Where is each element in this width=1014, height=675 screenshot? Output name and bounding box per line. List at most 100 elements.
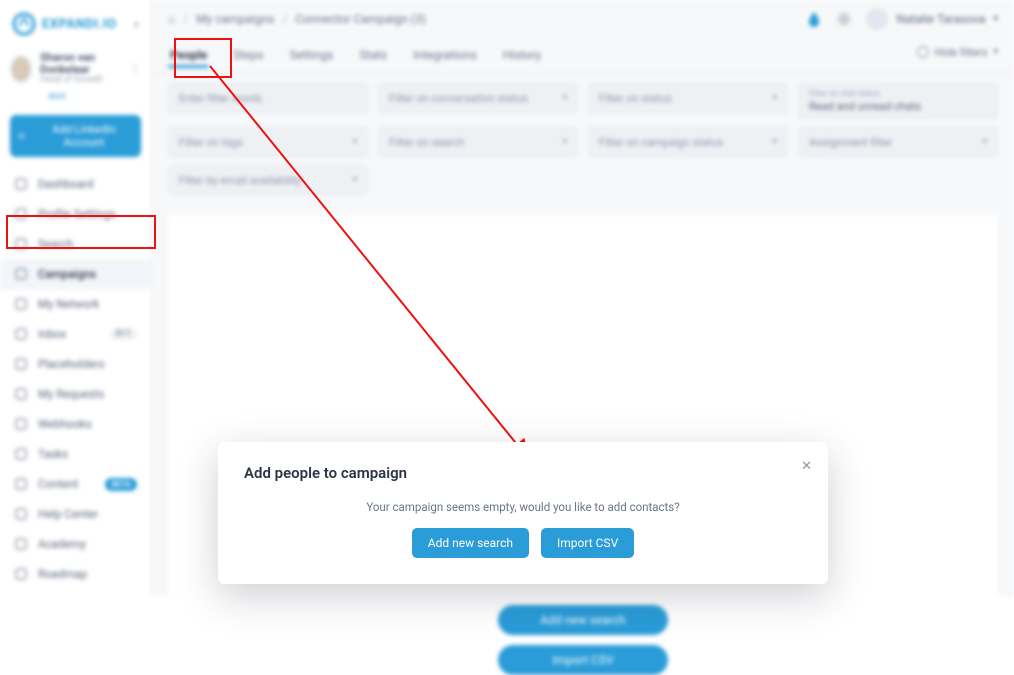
crumb-level2: Connector Campaign (3) (295, 12, 426, 26)
filter-read-and-unread-chats[interactable]: Filter on chat status Read and unread cha… (798, 83, 998, 119)
sidebar-item-academy[interactable]: Academy (0, 529, 151, 559)
chevron-down-icon: ▾ (993, 47, 998, 57)
filter-filter-on-conversation-status[interactable]: Filter on conversation status ▾ (378, 83, 578, 113)
avatar (10, 55, 32, 83)
sidebar-item-roadmap[interactable]: Roadmap (0, 559, 151, 589)
sidebar-item-label: Webhooks (38, 417, 92, 431)
import-csv-button[interactable]: Import CSV (498, 645, 668, 675)
filter-filter-on-search[interactable]: Filter on search▾ (378, 127, 578, 157)
filter-label: Filter on campaign status (599, 136, 723, 149)
tab-people[interactable]: People (168, 38, 209, 72)
collapse-sidebar-icon[interactable]: « (133, 17, 139, 31)
sidebar-item-label: Inbox (38, 327, 66, 341)
sidebar-item-label: Profile Settings (38, 207, 116, 221)
chevron-down-icon: ▾ (993, 14, 998, 24)
sidebar-item-dashboard[interactable]: Dashboard (0, 169, 151, 199)
filter-assignment-filter[interactable]: Assignment filter▾ (798, 127, 998, 157)
tab-stats[interactable]: Stats (357, 38, 389, 72)
tab-integrations[interactable]: Integrations (411, 38, 479, 72)
chevron-down-icon: ▾ (772, 93, 777, 103)
sidebar-user[interactable]: Sharon van Donkelaar Head of Growth ⋮ (0, 46, 151, 92)
chevron-down-icon: ▾ (562, 137, 567, 147)
sidebar-item-my-network[interactable]: My Network (0, 289, 151, 319)
filter-filter-on-campaign-status[interactable]: Filter on campaign status ▾ (588, 127, 788, 157)
sidebar-item-webhooks[interactable]: Webhooks (0, 409, 151, 439)
topbar-right: Natalie Tarasova ▾ (806, 8, 998, 30)
user-meta: Sharon van Donkelaar Head of Growth (40, 52, 121, 86)
add-new-search-button[interactable]: Add new search (498, 605, 668, 635)
user-stat: 4643 (0, 92, 151, 107)
close-icon[interactable]: ✕ (801, 460, 812, 473)
sidebar-item-label: Campaigns (38, 267, 96, 281)
logo-text: EXPANDI.IO (42, 17, 117, 32)
filter-label: Filter by email availability (179, 174, 301, 187)
profile-icon (14, 207, 28, 221)
sidebar-item-label: Help Center (38, 507, 98, 521)
chevron-down-icon: ▾ (352, 137, 357, 147)
user-name: Sharon van Donkelaar (40, 52, 121, 76)
add-account-label: Add LinkedIn Account (33, 123, 135, 149)
sidebar-item-placeholders[interactable]: Placeholders (0, 349, 151, 379)
sidebar-item-my-requests[interactable]: My Requests (0, 379, 151, 409)
filter-value: Read and unread chats (809, 100, 921, 113)
filter-filter-on-status[interactable]: Filter on status▾ (588, 83, 788, 113)
sidebar-item-label: Search (38, 237, 73, 251)
sidebar-item-campaigns[interactable]: Campaigns (0, 259, 151, 289)
sidebar-item-inbox[interactable]: Inbox 811 (0, 319, 151, 349)
help-icon (14, 507, 28, 521)
badge: 811 (110, 328, 137, 340)
placeholders-icon (14, 357, 28, 371)
sidebar: EXPANDI.IO « Sharon van Donkelaar Head o… (0, 0, 152, 597)
user-menu-icon[interactable]: ⋮ (129, 62, 141, 76)
crumb-sep: / (183, 12, 188, 26)
sidebar-item-label: My Requests (38, 387, 104, 401)
filter-label: Filter on conversation status (389, 92, 528, 105)
filter-filter-on-tags[interactable]: Filter on tags▾ (168, 127, 368, 157)
requests-icon (14, 387, 28, 401)
tab-history[interactable]: History (501, 38, 543, 72)
avatar (866, 8, 888, 30)
sidebar-item-search[interactable]: Search (0, 229, 151, 259)
tab-steps[interactable]: Steps (231, 38, 265, 72)
crumb-sep: / (282, 12, 287, 26)
sidebar-item-label: Tasks (38, 447, 68, 461)
sidebar-item-content[interactable]: ContentBETA (0, 469, 151, 499)
megaphone-icon (14, 267, 28, 281)
sidebar-item-tasks[interactable]: Tasks (0, 439, 151, 469)
top-user[interactable]: Natalie Tarasova ▾ (866, 8, 998, 30)
modal-add-new-search-button[interactable]: Add new search (412, 528, 529, 558)
filter-small-label: Filter on chat status (809, 90, 880, 98)
sidebar-item-profile-settings[interactable]: Profile Settings (0, 199, 151, 229)
chevron-down-icon: ▾ (982, 137, 987, 147)
modal-title: Add people to campaign (244, 464, 802, 482)
sidebar-item-help-center[interactable]: Help Center (0, 499, 151, 529)
sidebar-item-label: Dashboard (38, 177, 94, 191)
hide-filters-label: Hide filters (935, 46, 988, 59)
sidebar-item-label: Roadmap (38, 567, 87, 581)
logo-icon (12, 12, 36, 36)
add-linkedin-account-button[interactable]: ＋ Add LinkedIn Account (10, 115, 141, 157)
filter-filter-by-email-availability[interactable]: Filter by email availability▾ (168, 165, 368, 195)
tasks-icon (14, 447, 28, 461)
chevron-down-icon: ▾ (562, 93, 567, 103)
crumb-level1[interactable]: My campaigns (196, 12, 274, 26)
content-icon (14, 477, 28, 491)
hide-filters-button[interactable]: Hide filters ▾ (917, 46, 998, 59)
inbox-icon (14, 327, 28, 341)
filter-words-input[interactable]: Enter filter words (168, 83, 368, 113)
modal-import-csv-button[interactable]: Import CSV (541, 528, 634, 558)
gear-icon[interactable] (836, 11, 852, 27)
drop-icon[interactable] (806, 11, 822, 27)
logo-row: EXPANDI.IO « (0, 8, 151, 46)
tabs-right: Hide filters ▾ (917, 46, 998, 65)
academy-icon (14, 537, 28, 551)
empty-state-buttons: Add new search Import CSV (498, 605, 668, 675)
chevron-down-icon: ▾ (772, 137, 777, 147)
top-user-name: Natalie Tarasova (896, 12, 985, 26)
webhooks-icon (14, 417, 28, 431)
home-icon[interactable]: ⌂ (168, 12, 175, 26)
search-icon (14, 237, 28, 251)
tab-settings[interactable]: Settings (288, 38, 336, 72)
dashboard-icon (14, 177, 28, 191)
topbar: ⌂ / My campaigns / Connector Campaign (3… (152, 0, 1014, 38)
